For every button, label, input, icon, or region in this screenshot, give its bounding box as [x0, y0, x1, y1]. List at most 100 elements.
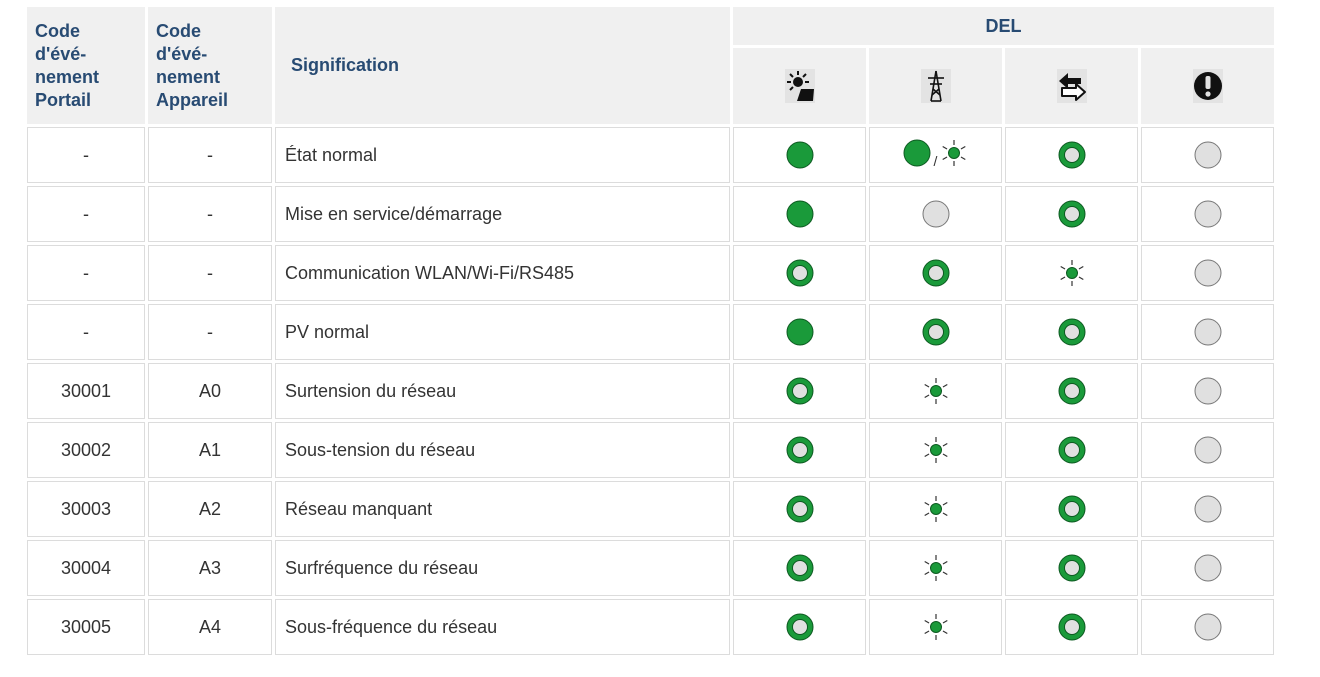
header-led-group: DEL [733, 7, 1274, 45]
table-row: - - PV normal [27, 304, 1274, 360]
led-warning-cell [1141, 363, 1274, 419]
meaning-cell: Sous-fréquence du réseau [275, 599, 730, 655]
portal-code-cell: - [27, 304, 145, 360]
led-solar-cell [733, 363, 866, 419]
led-separator: / [933, 152, 938, 169]
led-ok-icon [1058, 495, 1085, 523]
led-warning-cell [1141, 599, 1274, 655]
led-off-icon [1194, 377, 1221, 405]
table-row: 30005 A4 Sous-fréquence du réseau [27, 599, 1274, 655]
led-grid-cell [869, 422, 1002, 478]
device-code-cell: - [148, 245, 272, 301]
led-solar-cell [733, 304, 866, 360]
led-ok-icon [786, 436, 813, 464]
header-meaning: Signification [275, 7, 730, 124]
led-ok-icon [1058, 377, 1085, 405]
led-solar-cell [733, 599, 866, 655]
device-code-cell: - [148, 304, 272, 360]
communication-arrows-icon [1056, 69, 1087, 103]
led-solar-cell [733, 540, 866, 596]
table-row: 30003 A2 Réseau manquant [27, 481, 1274, 537]
led-communication-cell [1005, 304, 1138, 360]
led-ok-icon [1058, 141, 1085, 169]
led-on-icon [786, 318, 813, 346]
header-device-code: Code d'évé-nement Appareil [148, 7, 272, 124]
table-row: 30002 A1 Sous-tension du réseau [27, 422, 1274, 478]
header-led-grid [869, 48, 1002, 124]
led-communication-cell [1005, 245, 1138, 301]
led-ok-icon [786, 377, 813, 405]
device-code-cell: - [148, 127, 272, 183]
table-row: - - Communication WLAN/Wi-Fi/RS485 [27, 245, 1274, 301]
event-code-table: Code d'évé-nement Portail Code d'évé-nement… [24, 4, 1277, 658]
header-led-communication [1005, 48, 1138, 124]
led-blink-icon [942, 139, 967, 166]
led-off-icon [1194, 318, 1221, 346]
led-ok-icon [922, 318, 949, 346]
led-ok-icon [922, 259, 949, 287]
portal-code-cell: 30004 [27, 540, 145, 596]
led-ok-icon [786, 259, 813, 287]
device-code-cell: - [148, 186, 272, 242]
led-solar-cell [733, 422, 866, 478]
led-grid-cell [869, 481, 1002, 537]
led-warning-cell [1141, 186, 1274, 242]
table-row: 30004 A3 Surfréquence du réseau [27, 540, 1274, 596]
led-blink-icon [923, 378, 948, 404]
led-blink-icon [923, 437, 948, 463]
led-communication-cell [1005, 186, 1138, 242]
led-ok-icon [786, 554, 813, 582]
portal-code-cell: 30005 [27, 599, 145, 655]
led-solar-cell [733, 245, 866, 301]
led-communication-cell [1005, 363, 1138, 419]
led-communication-cell [1005, 481, 1138, 537]
grid-pylon-icon [920, 69, 951, 103]
meaning-cell: Communication WLAN/Wi-Fi/RS485 [275, 245, 730, 301]
led-grid-cell: / [869, 127, 1002, 183]
led-off-icon [1194, 613, 1221, 641]
portal-code-cell: - [27, 186, 145, 242]
meaning-cell: Sous-tension du réseau [275, 422, 730, 478]
device-code-cell: A0 [148, 363, 272, 419]
led-ok-icon [786, 613, 813, 641]
device-code-cell: A2 [148, 481, 272, 537]
led-communication-cell [1005, 599, 1138, 655]
led-communication-cell [1005, 540, 1138, 596]
led-warning-cell [1141, 481, 1274, 537]
portal-code-cell: 30003 [27, 481, 145, 537]
table-row: - - État normal / [27, 127, 1274, 183]
device-code-cell: A3 [148, 540, 272, 596]
table-row: 30001 A0 Surtension du réseau [27, 363, 1274, 419]
led-ok-icon [786, 495, 813, 523]
header-led-solar [733, 48, 866, 124]
led-on-icon [786, 141, 813, 169]
warning-icon [1192, 69, 1223, 103]
led-solar-cell [733, 481, 866, 537]
led-communication-cell [1005, 127, 1138, 183]
led-blink-icon [923, 614, 948, 640]
portal-code-cell: 30002 [27, 422, 145, 478]
portal-code-cell: 30001 [27, 363, 145, 419]
led-off-icon [1194, 436, 1221, 464]
led-solar-cell [733, 127, 866, 183]
table-row: - - Mise en service/démarrage [27, 186, 1274, 242]
led-grid-cell [869, 304, 1002, 360]
led-grid-cell [869, 599, 1002, 655]
led-on-icon [786, 200, 813, 228]
led-blink-icon [923, 555, 948, 581]
led-grid-cell [869, 540, 1002, 596]
portal-code-cell: - [27, 245, 145, 301]
led-ok-icon [1058, 436, 1085, 464]
led-off-icon [1194, 141, 1221, 169]
led-solar-cell [733, 186, 866, 242]
led-ok-icon [1058, 200, 1085, 228]
device-code-cell: A4 [148, 599, 272, 655]
led-off-icon [1194, 554, 1221, 582]
header-portal-code: Code d'évé-nement Portail [27, 7, 145, 124]
meaning-cell: État normal [275, 127, 730, 183]
led-ok-icon [1058, 554, 1085, 582]
led-grid-cell [869, 186, 1002, 242]
meaning-cell: PV normal [275, 304, 730, 360]
led-blink-icon [1059, 260, 1084, 286]
portal-code-cell: - [27, 127, 145, 183]
